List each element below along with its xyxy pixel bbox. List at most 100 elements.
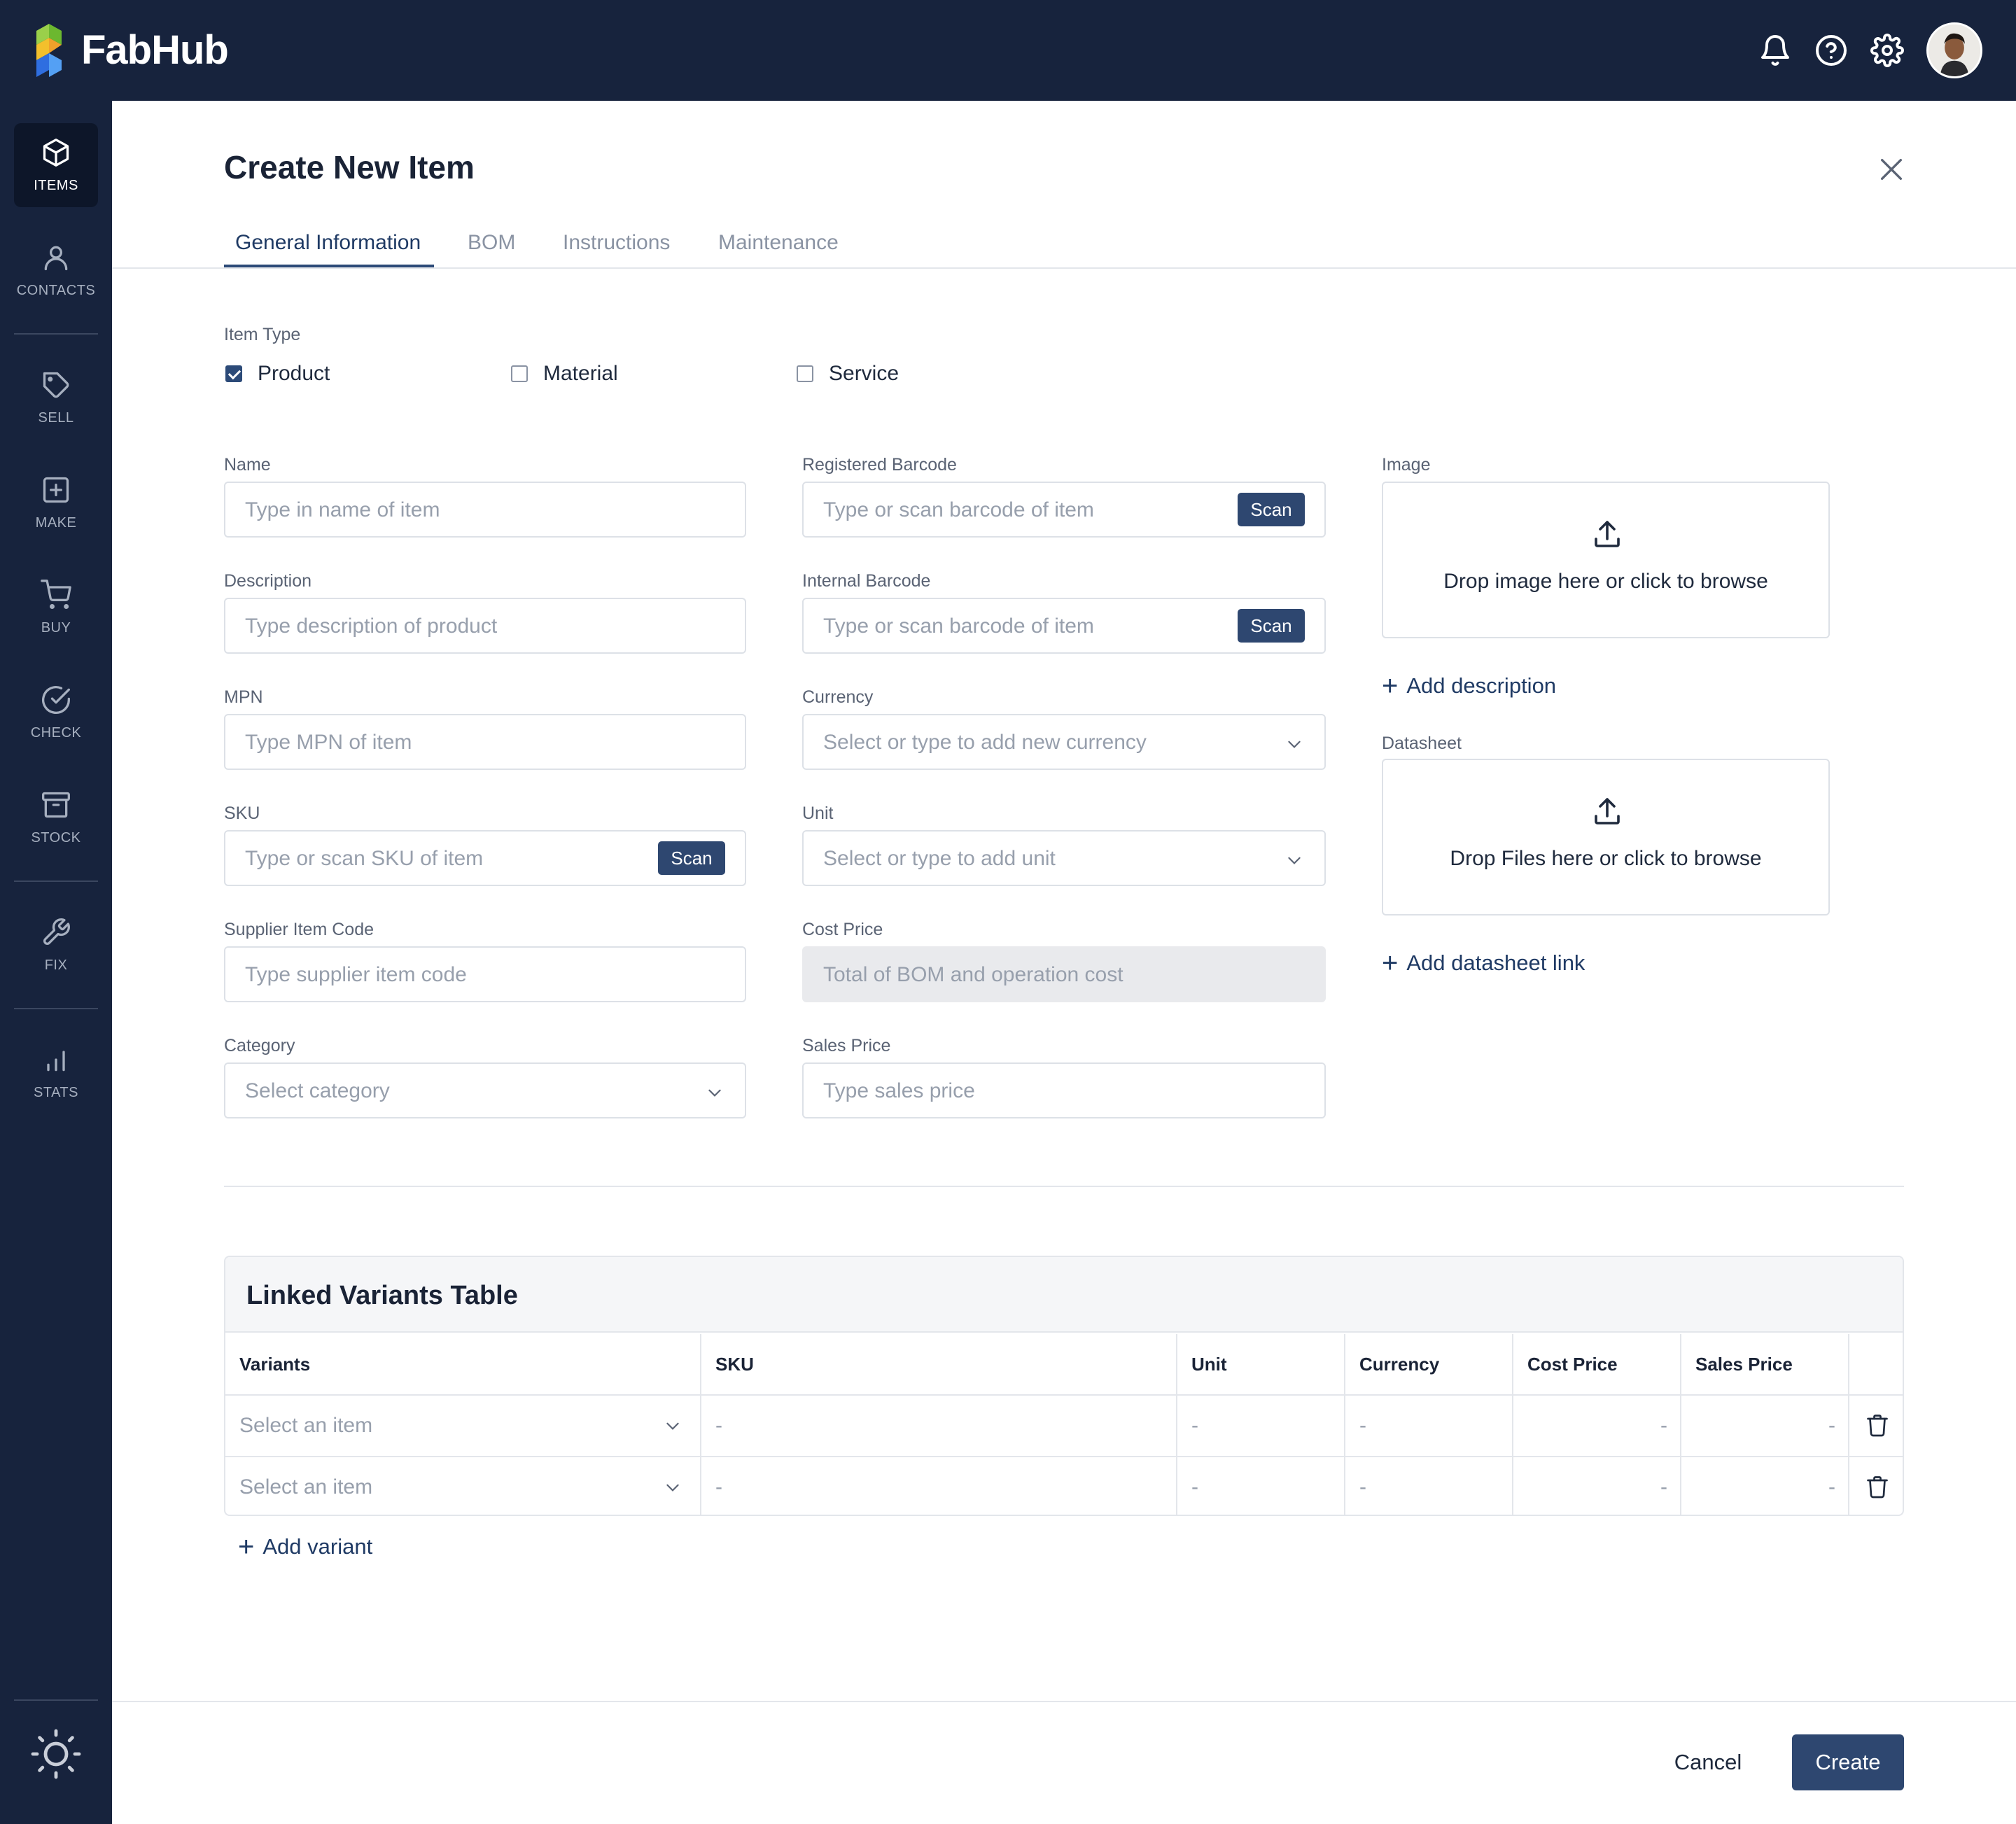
app-name: FabHub — [81, 27, 229, 73]
sidebar-item-make[interactable]: MAKE — [14, 461, 98, 545]
tag-icon — [43, 372, 69, 398]
sidebar-item-sell[interactable]: SELL — [14, 356, 98, 440]
sidebar-item-contacts[interactable]: CONTACTS — [14, 228, 98, 312]
chevron-down-icon — [666, 1422, 679, 1430]
internal-barcode-field[interactable]: Type or scan barcode of item Scan — [802, 598, 1326, 654]
sidebar-item-label: STOCK — [31, 830, 81, 846]
column-header-sales-price: Sales Price — [1681, 1334, 1849, 1394]
add-description-link[interactable]: + Add description — [1382, 672, 1556, 700]
material-checkbox[interactable] — [511, 365, 528, 382]
name-field[interactable]: Type in name of item — [224, 482, 746, 538]
name-placeholder: Type in name of item — [245, 498, 440, 521]
avatar-portrait-icon — [1928, 24, 1980, 76]
add-datasheet-link[interactable]: + Add datasheet link — [1382, 949, 1585, 977]
plus-icon: + — [238, 1531, 255, 1562]
chevron-down-icon — [708, 1089, 721, 1097]
unit-select[interactable]: Select or type to add unit — [802, 830, 1326, 886]
sales-price-cell: - — [1681, 1396, 1849, 1456]
close-icon[interactable] — [1877, 155, 1905, 183]
chevron-down-icon — [1288, 741, 1301, 748]
sales-price-field[interactable]: Type sales price — [802, 1062, 1326, 1118]
help-icon[interactable] — [1814, 34, 1848, 67]
description-placeholder: Type description of product — [245, 615, 498, 638]
image-dropzone[interactable]: Drop image here or click to browse — [1382, 482, 1830, 638]
sku-label: SKU — [224, 804, 260, 823]
add-datasheet-link-text: Add datasheet link — [1406, 950, 1586, 975]
name-label: Name — [224, 455, 271, 475]
sidebar-item-check[interactable]: CHECK — [14, 671, 98, 755]
item-type-label: Item Type — [224, 325, 301, 344]
wrench-icon — [43, 918, 70, 945]
top-bar: FabHub — [0, 0, 2016, 101]
description-field[interactable]: Type description of product — [224, 598, 746, 654]
sidebar-item-label: STATS — [34, 1085, 78, 1100]
item-type-service[interactable]: Service — [797, 360, 899, 388]
trash-icon[interactable] — [1865, 1474, 1890, 1499]
sidebar-divider — [14, 1699, 98, 1701]
internal-barcode-scan-button[interactable]: Scan — [1238, 609, 1305, 643]
user-avatar[interactable] — [1926, 22, 1982, 78]
product-checkbox[interactable] — [225, 365, 242, 382]
settings-icon[interactable] — [1870, 34, 1904, 67]
variant-select-placeholder: Select an item — [239, 1414, 373, 1437]
mpn-field[interactable]: Type MPN of item — [224, 714, 746, 770]
category-label: Category — [224, 1036, 295, 1055]
unit-label: Unit — [802, 804, 834, 823]
sidebar-item-items[interactable]: ITEMS — [14, 123, 98, 207]
item-type-material[interactable]: Material — [511, 360, 618, 388]
tab-instructions[interactable]: Instructions — [563, 231, 670, 255]
datasheet-dropzone[interactable]: Drop Files here or click to browse — [1382, 759, 1830, 915]
sidebar-item-stats[interactable]: STATS — [14, 1030, 98, 1114]
table-header: Linked Variants Table — [225, 1257, 1903, 1333]
sku-scan-button[interactable]: Scan — [658, 841, 725, 875]
cost-price-cell: - — [1513, 1457, 1681, 1515]
cube-icon — [43, 139, 69, 167]
registered-barcode-placeholder: Type or scan barcode of item — [823, 498, 1094, 521]
sidebar-item-label: CONTACTS — [16, 283, 96, 298]
service-checkbox[interactable] — [797, 365, 813, 382]
material-checkbox-label: Material — [543, 362, 618, 385]
internal-barcode-placeholder: Type or scan barcode of item — [823, 615, 1094, 638]
supplier-item-code-field[interactable]: Type supplier item code — [224, 946, 746, 1002]
create-button[interactable]: Create — [1792, 1734, 1904, 1790]
add-variant-link[interactable]: + Add variant — [238, 1533, 372, 1561]
variant-select[interactable]: Select an item — [225, 1396, 701, 1456]
currency-placeholder: Select or type to add new currency — [823, 731, 1147, 754]
item-type-product[interactable]: Product — [225, 360, 330, 388]
image-dropzone-text: Drop image here or click to browse — [1443, 570, 1768, 593]
sun-icon[interactable] — [31, 1729, 81, 1779]
column-header-variants: Variants — [225, 1334, 701, 1394]
registered-barcode-field[interactable]: Type or scan barcode of item Scan — [802, 482, 1326, 538]
trash-icon[interactable] — [1865, 1412, 1890, 1438]
sidebar-divider — [14, 881, 98, 882]
sidebar-item-fix[interactable]: FIX — [14, 903, 98, 987]
tab-bom[interactable]: BOM — [468, 231, 515, 255]
bell-icon[interactable] — [1758, 34, 1792, 67]
tab-general-information[interactable]: General Information — [235, 231, 421, 255]
upload-icon — [1595, 798, 1620, 825]
registered-barcode-label: Registered Barcode — [802, 455, 957, 475]
registered-barcode-scan-button[interactable]: Scan — [1238, 493, 1305, 526]
sku-cell: - — [701, 1457, 1177, 1515]
datasheet-dropzone-text: Drop Files here or click to browse — [1450, 847, 1762, 870]
service-checkbox-label: Service — [829, 362, 899, 385]
sales-price-label: Sales Price — [802, 1036, 891, 1055]
app-logo[interactable]: FabHub — [31, 21, 229, 78]
unit-placeholder: Select or type to add unit — [823, 847, 1056, 870]
sidebar-item-stock[interactable]: STOCK — [14, 776, 98, 860]
unit-cell: - — [1177, 1396, 1345, 1456]
currency-select[interactable]: Select or type to add new currency — [802, 714, 1326, 770]
cancel-button[interactable]: Cancel — [1652, 1734, 1764, 1790]
currency-label: Currency — [802, 687, 874, 707]
variant-select[interactable]: Select an item — [225, 1457, 701, 1515]
tab-maintenance[interactable]: Maintenance — [718, 231, 839, 255]
variant-select-placeholder: Select an item — [239, 1475, 373, 1499]
table-title: Linked Variants Table — [246, 1281, 518, 1310]
add-variant-text: Add variant — [262, 1534, 373, 1559]
mpn-label: MPN — [224, 687, 263, 707]
sidebar-item-label: SELL — [38, 410, 74, 426]
sidebar-item-buy[interactable]: BUY — [14, 566, 98, 650]
category-placeholder: Select category — [245, 1079, 390, 1102]
sku-field[interactable]: Type or scan SKU of item Scan — [224, 830, 746, 886]
category-select[interactable]: Select category — [224, 1062, 746, 1118]
